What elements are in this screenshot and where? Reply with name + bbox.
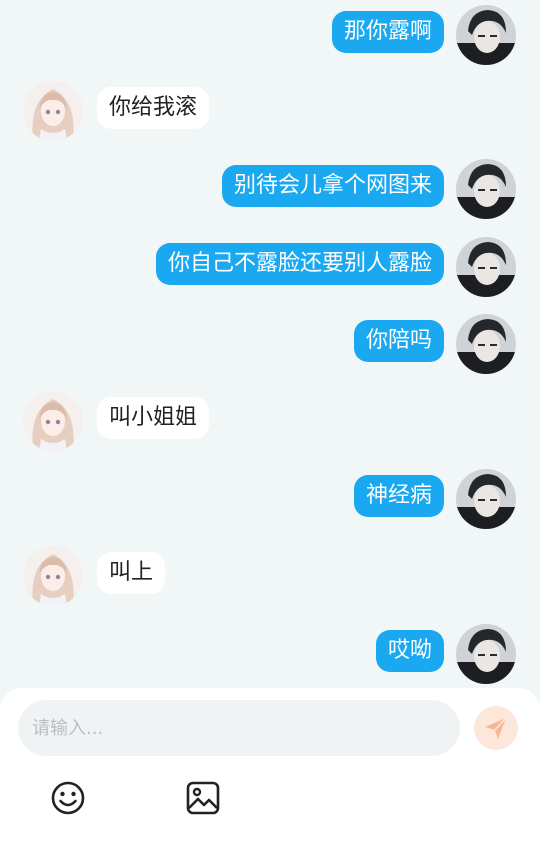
message-input[interactable]: [18, 700, 460, 756]
emoji-icon: [51, 781, 85, 815]
message-row: 那你露啊: [0, 5, 540, 65]
message-row: 神经病: [0, 469, 540, 529]
send-button[interactable]: [474, 706, 518, 750]
message-bubble[interactable]: 你给我滚: [97, 87, 210, 129]
send-icon: [485, 717, 507, 739]
my-avatar[interactable]: [456, 469, 516, 529]
message-bubble[interactable]: 你自己不露脸还要别人露脸: [155, 243, 444, 285]
my-avatar[interactable]: [456, 159, 516, 219]
message-bubble[interactable]: 神经病: [353, 475, 444, 517]
message-row: 别待会儿拿个网图来: [0, 159, 540, 219]
contact-avatar[interactable]: [23, 81, 83, 141]
message-list[interactable]: 那你露啊 你给我滚 别待会儿拿个网图来 你自己不露脸还要别人露脸 你陪吗 叫小姐…: [0, 0, 540, 688]
message-row: 你给我滚: [0, 81, 540, 141]
contact-avatar[interactable]: [23, 391, 83, 451]
message-row: 你自己不露脸还要别人露脸: [0, 237, 540, 297]
my-avatar[interactable]: [456, 624, 516, 684]
emoji-button[interactable]: [50, 780, 86, 816]
my-avatar[interactable]: [456, 5, 516, 65]
image-button[interactable]: [185, 780, 221, 816]
message-bubble[interactable]: 那你露啊: [331, 11, 444, 53]
message-bubble[interactable]: 哎呦: [375, 630, 444, 672]
message-row: 叫小姐姐: [0, 391, 540, 451]
message-row: 叫上: [0, 546, 540, 606]
message-bubble[interactable]: 叫小姐姐: [97, 397, 210, 439]
contact-avatar[interactable]: [23, 546, 83, 606]
chat-screen: 那你露啊 你给我滚 别待会儿拿个网图来 你自己不露脸还要别人露脸 你陪吗 叫小姐…: [0, 0, 540, 844]
my-avatar[interactable]: [456, 314, 516, 374]
image-icon: [186, 781, 220, 815]
message-bubble[interactable]: 别待会儿拿个网图来: [221, 165, 444, 207]
message-row: 你陪吗: [0, 314, 540, 374]
message-row: 哎呦: [0, 624, 540, 684]
message-bubble[interactable]: 你陪吗: [353, 320, 444, 362]
message-bubble[interactable]: 叫上: [97, 552, 166, 594]
my-avatar[interactable]: [456, 237, 516, 297]
composer-panel: [0, 688, 540, 844]
